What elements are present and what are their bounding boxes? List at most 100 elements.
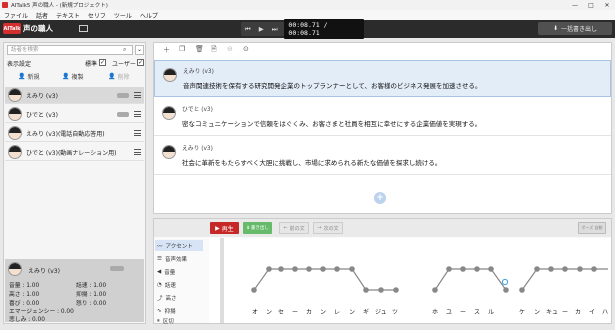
delete-speaker-button[interactable]: 👤 削除 (108, 71, 130, 81)
auto-pause-button[interactable]: ポーズ 自動 (578, 222, 606, 234)
kana-mora[interactable]: オ (252, 307, 258, 316)
tab-pitch[interactable]: ⤴ 高さ (155, 292, 203, 303)
kana-mora[interactable]: ル (488, 307, 494, 316)
menu-file[interactable]: ファイル (4, 11, 28, 20)
standard-label: 標準 (85, 61, 98, 68)
pause-icon: ⏸ (157, 318, 160, 324)
tune-icon[interactable] (134, 130, 141, 136)
skip-back-icon[interactable]: ⏮ (241, 25, 254, 34)
copy-label: 複製 (71, 73, 84, 81)
kana-mora[interactable]: ン (534, 307, 540, 316)
speaker-search-input[interactable]: 話者を検索 (7, 45, 133, 55)
up-icon[interactable]: ⊖ (227, 45, 233, 53)
kana-mora[interactable]: ケ (519, 307, 525, 316)
menu-speaker[interactable]: 話者 (36, 11, 48, 20)
kana-mora[interactable]: ン (266, 307, 272, 316)
speaker-item[interactable]: ひでと (v3)(動画ナレーション用) (5, 144, 144, 161)
menu-tools[interactable]: ツール (114, 11, 132, 20)
panel-toggle-icon[interactable] (79, 25, 88, 32)
kana-mora[interactable]: ン (349, 307, 355, 316)
standard-checkbox[interactable]: ✓ (99, 59, 106, 66)
params-speaker-name: えみり (v3) (28, 268, 60, 275)
block-text[interactable]: 密なコミュニケーションで信頼をはぐくみ、お客さまと社員を相互に幸せにする企業価値… (182, 118, 481, 128)
add-block-icon[interactable]: + (374, 192, 386, 204)
text-block[interactable]: ひでと (v3) 密なコミュニケーションで信頼をはぐくみ、お客さまと社員を相互に… (154, 99, 611, 136)
arrow-right-icon: → (317, 225, 322, 231)
minimize-button[interactable]: — (567, 2, 583, 9)
kana-mora[interactable]: レ (334, 307, 340, 316)
tab-voice-effect[interactable]: ☰ 音声効果 (155, 253, 203, 264)
kana-mora[interactable]: ホ (432, 307, 438, 316)
kana-mora[interactable]: キュ (546, 307, 558, 316)
kana-mora[interactable]: ハ (602, 307, 608, 316)
write-button[interactable]: ⬇ 書き出し (243, 222, 272, 234)
kana-mora[interactable]: イ (589, 307, 595, 316)
window-title: AITalk5 声の職人 - (新規プロジェクト) (11, 3, 108, 9)
kana-mora[interactable]: ギ (363, 307, 369, 316)
add-user-icon: 👤 (18, 72, 26, 80)
block-text[interactable]: 社会に革新をもたらすべく大胆に挑戦し、市場に求められる新たな価値を探求し続ける。 (182, 157, 441, 167)
kana-mora[interactable]: ス (474, 307, 480, 316)
kana-mora[interactable]: カ (575, 307, 581, 316)
kana-mora[interactable]: ー (292, 307, 298, 316)
kana-mora[interactable]: セ (278, 307, 284, 316)
kana-mora[interactable]: ツ (392, 307, 398, 316)
copy-speaker-button[interactable]: 👤 複製 (62, 71, 84, 81)
tune-icon[interactable] (134, 149, 141, 155)
pitch-icon: ⤴ (157, 295, 163, 302)
speed-value: 話速 : 1.00 (76, 283, 107, 289)
kana-mora[interactable]: カ (306, 307, 312, 316)
new-speaker-button[interactable]: 👤 新規 (18, 71, 40, 81)
tune-icon[interactable] (134, 111, 141, 117)
text-block[interactable]: えみり (v3) 社会に革新をもたらすべく大胆に挑戦し、市場に求められる新たな価… (154, 138, 611, 175)
tab-volume[interactable]: ◀ 音量 (155, 266, 203, 277)
play-button[interactable]: ▶ 再生 (210, 222, 239, 234)
document-icon[interactable]: 🗎 (211, 45, 217, 56)
copy-icon[interactable]: ❐ (179, 45, 185, 53)
add-icon[interactable]: ＋ (163, 45, 170, 55)
down-icon[interactable]: ⊙ (243, 45, 249, 53)
user-checkbox[interactable]: ✓ (137, 59, 144, 66)
next-sentence-button[interactable]: → 次の文 (313, 222, 343, 234)
speaker-item[interactable]: ひでと (v3) (5, 106, 144, 123)
intonation-icon: ∿ (157, 307, 162, 314)
kana-mora[interactable]: ン (320, 307, 326, 316)
speaker-name: ひでと (v3)(動画ナレーション用) (26, 149, 117, 157)
standard-badge (117, 92, 129, 98)
avatar (163, 68, 177, 82)
block-text[interactable]: 音声関連技術を保有する研究開発企業のトップランナーとして、お客様のビジネス発展を… (183, 80, 481, 90)
menu-text[interactable]: テキスト (56, 11, 80, 20)
standard-badge (117, 111, 129, 117)
play-icon[interactable]: ▶ (254, 25, 267, 33)
prev-sentence-button[interactable]: ← 前の文 (279, 222, 309, 234)
close-button[interactable]: ✕ (599, 2, 615, 9)
tab-accent[interactable]: 〰アクセント (155, 240, 203, 251)
text-block[interactable]: えみり (v3) 音声関連技術を保有する研究開発企業のトップランナーとして、お客… (154, 60, 611, 97)
speaker-item[interactable]: えみり (v3) (5, 87, 144, 104)
tab-intonation[interactable]: ∿ 抑揚 (155, 305, 203, 316)
new-label: 新規 (27, 73, 40, 81)
kana-mora[interactable]: ジュ (375, 307, 387, 316)
time-display: 00:08.71 / 00:08.71 (284, 19, 364, 39)
play-icon: ▶ (215, 224, 220, 232)
menu-line[interactable]: セリフ (88, 11, 106, 20)
chevron-down-icon[interactable]: ⌄ (135, 45, 144, 55)
download-icon: ⬇ (552, 25, 558, 32)
export-all-button[interactable]: ⬇ 一括書き出し (538, 22, 612, 35)
search-icon[interactable]: ⌕ (123, 46, 126, 54)
trash-icon[interactable]: 🗑 (195, 45, 204, 53)
kana-mora[interactable]: ー (562, 307, 568, 316)
speaker-item[interactable]: えみり (v3)(電話自動応答用) (5, 125, 144, 142)
tab-label: 音声効果 (164, 256, 187, 263)
kana-mora[interactable]: ユ (446, 307, 452, 316)
tab-speed[interactable]: ◔ 話速 (155, 279, 203, 290)
maximize-button[interactable]: □ (583, 2, 599, 9)
kana-mora[interactable]: ー (460, 307, 466, 316)
tune-icon[interactable] (134, 92, 141, 98)
tab-pause[interactable]: ⏸ 区切 (155, 318, 203, 324)
menu-help[interactable]: ヘルプ (140, 11, 158, 20)
range-value: 抑揚 : 1.00 (76, 292, 107, 298)
avatar (8, 107, 22, 121)
skip-forward-icon[interactable]: ⏭ (268, 25, 281, 34)
block-speaker: えみり (v3) (182, 146, 213, 152)
